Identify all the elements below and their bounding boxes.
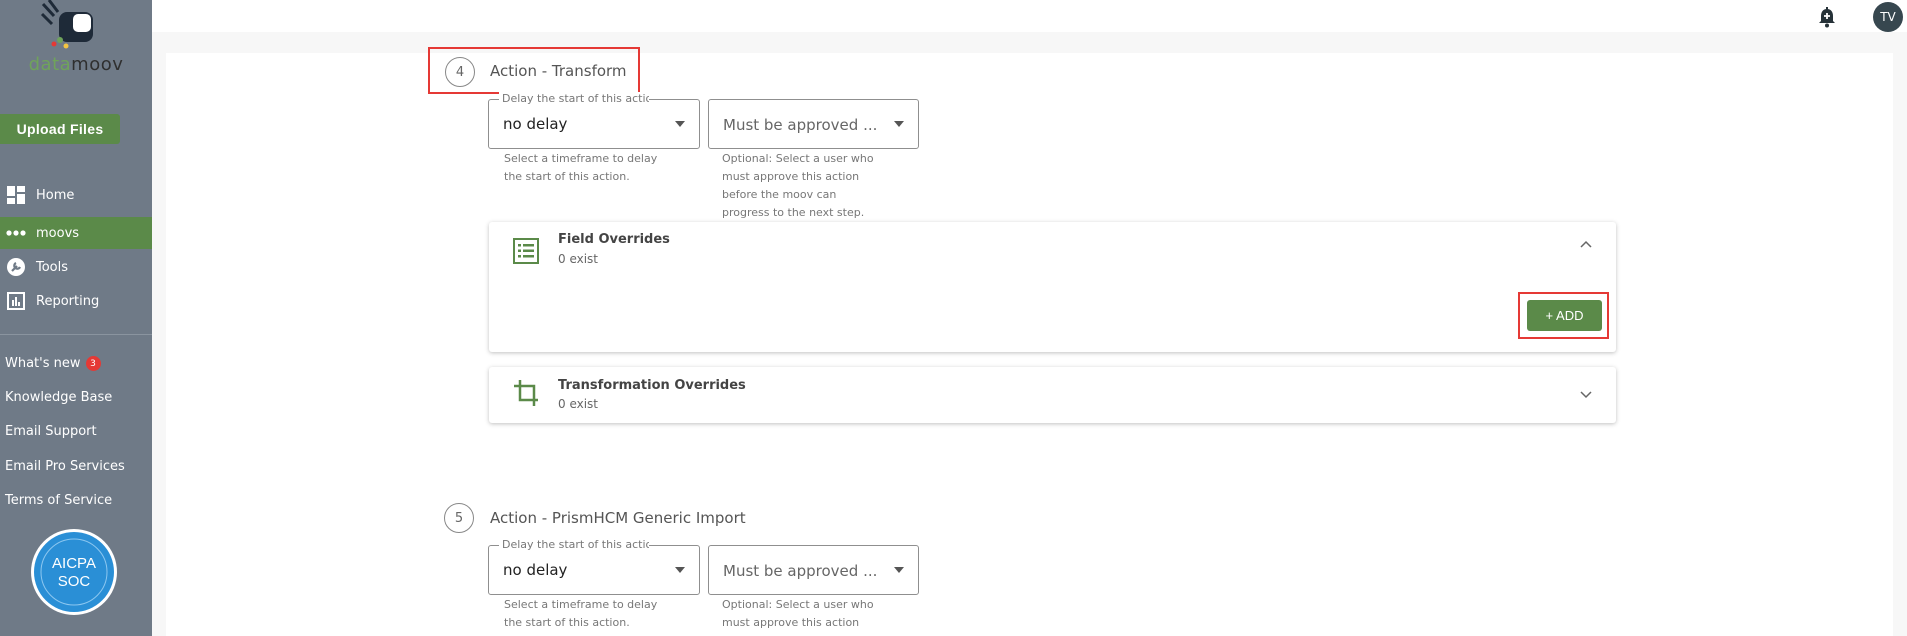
- delay-helper-line-2: the start of this action.: [504, 170, 630, 183]
- sidebar-item-label: Reporting: [36, 293, 100, 309]
- approver-helper-line-2: must approve this action: [722, 170, 860, 183]
- approver-select-placeholder: Must be approved ...: [723, 562, 878, 580]
- step-5-number: 5: [444, 503, 474, 533]
- sidebar-item-label: Tools: [36, 259, 69, 275]
- sidebar-item-tools[interactable]: Tools: [0, 251, 152, 283]
- sidebar-item-label: Home: [36, 187, 75, 203]
- step-4-number: 4: [445, 57, 475, 87]
- sidebar-item-home[interactable]: Home: [0, 179, 152, 211]
- sidebar-item-moovs[interactable]: moovs: [0, 217, 152, 249]
- top-bar: [152, 0, 1907, 32]
- aicpa-soc-badge: AICPA SOC: [31, 529, 117, 615]
- delay-helper-text: Select a timeframe to delay the start of…: [504, 596, 657, 632]
- transformation-overrides-title: Transformation Overrides: [558, 378, 746, 393]
- logo-word-data: data: [28, 54, 72, 75]
- crop-icon: [514, 380, 538, 406]
- caret-down-icon: [675, 121, 685, 127]
- step-5-approver-select[interactable]: Must be approved ...: [708, 545, 919, 595]
- upload-files-button[interactable]: Upload Files: [0, 114, 120, 144]
- step-5-title: Action - PrismHCM Generic Import: [490, 509, 746, 527]
- caret-down-icon: [894, 121, 904, 127]
- field-overrides-count: 0 exist: [558, 252, 599, 266]
- caret-down-icon: [894, 567, 904, 573]
- delay-helper-line-1: Select a timeframe to delay: [504, 152, 658, 165]
- datamoov-logo[interactable]: datamoov: [0, 0, 152, 76]
- approver-helper-line-2: must approve this action: [722, 616, 860, 629]
- aicpa-text: AICPA: [52, 555, 96, 572]
- delay-helper-line-1: Select a timeframe to delay: [504, 598, 658, 611]
- approver-helper-line-3: before the moov can: [722, 188, 837, 201]
- email-pro-services-link[interactable]: Email Pro Services: [5, 459, 125, 474]
- approver-helper-line-1: Optional: Select a user who: [722, 598, 874, 611]
- caret-down-icon: [675, 567, 685, 573]
- bar-chart-icon: [6, 291, 26, 311]
- delay-select-label: Delay the start of this action: [499, 538, 649, 551]
- chevron-up-icon[interactable]: [1580, 240, 1592, 248]
- delay-helper-line-2: the start of this action.: [504, 616, 630, 629]
- logo-mark-icon: [40, 0, 93, 49]
- add-field-override-button[interactable]: + ADD: [1527, 300, 1602, 331]
- step-4-delay-select[interactable]: Delay the start of this action no delay: [488, 92, 700, 149]
- dots-icon: [6, 223, 26, 243]
- logo-word-moov: moov: [71, 54, 124, 75]
- sidebar-divider: [0, 334, 152, 335]
- sidebar-item-reporting[interactable]: Reporting: [0, 285, 152, 317]
- transformation-overrides-card[interactable]: Transformation Overrides 0 exist: [489, 367, 1616, 423]
- whats-new-link[interactable]: What's new 3: [5, 356, 101, 371]
- whats-new-badge: 3: [85, 356, 101, 371]
- list-icon: [513, 238, 539, 264]
- logo-wordmark: datamoov: [0, 54, 152, 75]
- chevron-down-icon[interactable]: [1580, 391, 1592, 399]
- step-4-approver-select[interactable]: Must be approved ...: [708, 99, 919, 149]
- step-4-title: Action - Transform: [490, 62, 627, 80]
- soc-text: SOC: [58, 573, 91, 590]
- user-avatar[interactable]: TV: [1873, 2, 1903, 32]
- grid-icon: [6, 185, 26, 205]
- sidebar-item-label: moovs: [36, 225, 80, 241]
- step-5-delay-select[interactable]: Delay the start of this action no delay: [488, 538, 700, 595]
- terms-of-service-link[interactable]: Terms of Service: [5, 493, 112, 508]
- field-overrides-card: Field Overrides 0 exist: [489, 222, 1616, 352]
- approver-helper-text: Optional: Select a user who must approve…: [722, 150, 874, 222]
- wrench-icon: [6, 257, 26, 277]
- delay-select-value: no delay: [503, 561, 568, 579]
- knowledge-base-link[interactable]: Knowledge Base: [5, 390, 112, 405]
- approver-helper-line-1: Optional: Select a user who: [722, 152, 874, 165]
- sidebar: datamoov Upload Files Home moovs Tools R…: [0, 0, 152, 636]
- transformation-overrides-count: 0 exist: [558, 397, 599, 411]
- delay-select-value: no delay: [503, 115, 568, 133]
- whats-new-label: What's new: [5, 356, 81, 371]
- approver-helper-text: Optional: Select a user who must approve…: [722, 596, 874, 632]
- approver-helper-line-4: progress to the next step.: [722, 206, 865, 219]
- notification-bell-icon[interactable]: [1817, 7, 1837, 28]
- approver-select-placeholder: Must be approved ...: [723, 116, 878, 134]
- email-support-link[interactable]: Email Support: [5, 424, 97, 439]
- delay-select-label: Delay the start of this action: [499, 92, 649, 105]
- delay-helper-text: Select a timeframe to delay the start of…: [504, 150, 657, 186]
- field-overrides-title: Field Overrides: [558, 232, 670, 247]
